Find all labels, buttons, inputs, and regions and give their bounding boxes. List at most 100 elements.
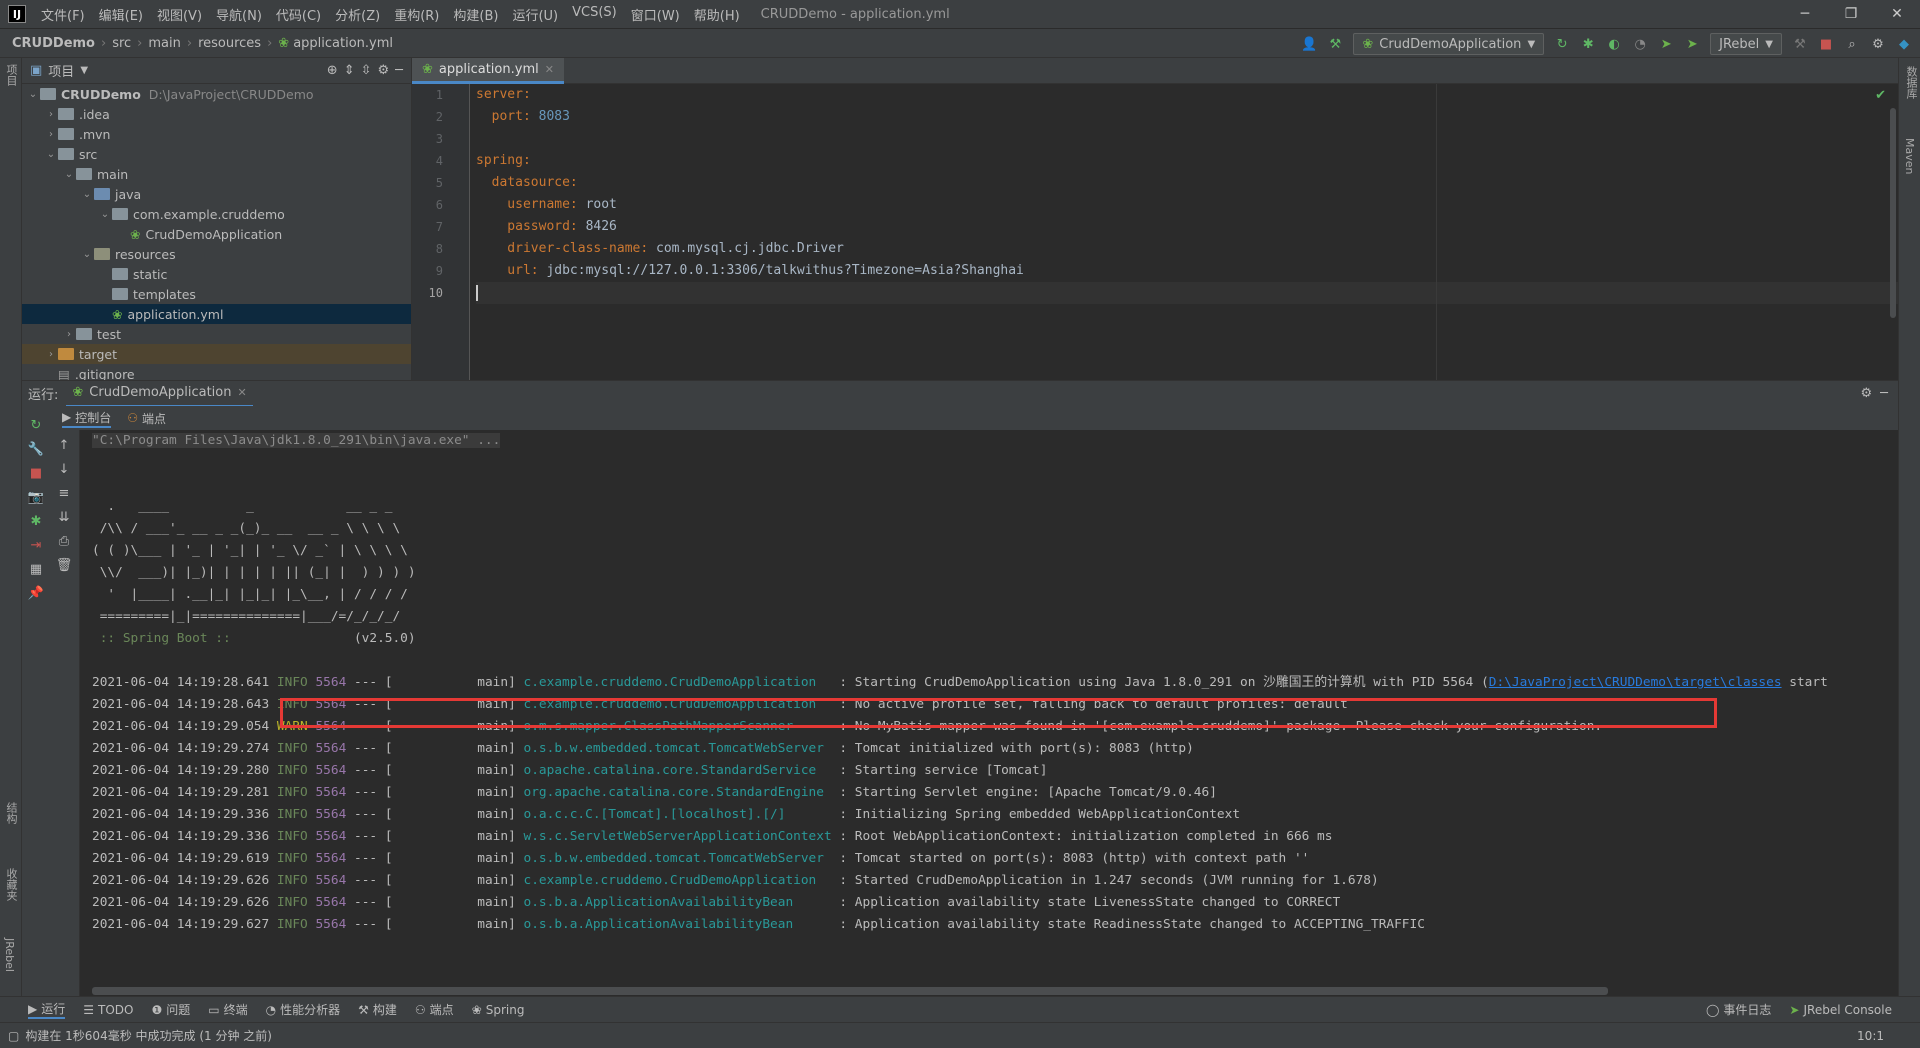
- bottom-tab[interactable]: ❀ Spring: [472, 1003, 525, 1017]
- tool-window-structure[interactable]: 结构: [3, 802, 19, 824]
- search-icon[interactable]: ⌕: [1844, 36, 1860, 52]
- jrebel-console-button[interactable]: ➤ JRebel Console: [1789, 1003, 1892, 1017]
- run-tab-crud-demo[interactable]: ❀ CrudDemoApplication ✕: [66, 381, 253, 407]
- breadcrumb-item[interactable]: CRUDDemo: [12, 36, 95, 51]
- chevron-right-icon[interactable]: ›: [62, 329, 76, 340]
- menu-item[interactable]: VCS(S): [565, 5, 624, 24]
- tree-item[interactable]: templates: [22, 284, 411, 304]
- bottom-tab[interactable]: ❶ 问题: [151, 1001, 190, 1018]
- tree-item[interactable]: ❀ application.yml: [22, 304, 411, 324]
- chevron-down-icon[interactable]: ⌄: [26, 89, 40, 100]
- gear-icon[interactable]: ⚙: [378, 63, 390, 78]
- soft-wrap-icon[interactable]: ≡: [55, 484, 73, 502]
- code-line[interactable]: server:: [476, 84, 1898, 106]
- menu-item[interactable]: 窗口(W): [624, 5, 687, 24]
- breadcrumb-item[interactable]: application.yml: [293, 36, 393, 51]
- tree-item[interactable]: ⌄ CRUDDemo D:\JavaProject\CRUDDemo: [22, 84, 411, 104]
- gear-icon[interactable]: ⚙: [1870, 36, 1886, 52]
- stop-icon[interactable]: ■: [27, 464, 45, 482]
- tree-item[interactable]: ⌄ java: [22, 184, 411, 204]
- menu-item[interactable]: 代码(C): [269, 5, 328, 24]
- tree-item[interactable]: static: [22, 264, 411, 284]
- up-arrow-icon[interactable]: ↑: [55, 436, 73, 454]
- breadcrumb-item[interactable]: resources: [198, 36, 261, 51]
- chevron-down-icon[interactable]: ⌄: [62, 169, 76, 180]
- wrench-icon[interactable]: 🔧: [27, 440, 45, 458]
- tree-item[interactable]: › .idea: [22, 104, 411, 124]
- chevron-down-icon[interactable]: ▼: [80, 65, 88, 76]
- tree-item[interactable]: ⌄ src: [22, 144, 411, 164]
- menu-item[interactable]: 编辑(E): [92, 5, 150, 24]
- menu-item[interactable]: 重构(R): [387, 5, 446, 24]
- tool-window-project[interactable]: 项目: [3, 64, 19, 86]
- menu-item[interactable]: 视图(V): [150, 5, 209, 24]
- close-tab-icon[interactable]: ✕: [545, 63, 554, 76]
- menu-item[interactable]: 文件(F): [34, 5, 92, 24]
- jrebel-debug-icon[interactable]: ➤: [1684, 36, 1700, 52]
- collapse-all-icon[interactable]: ⇳: [361, 63, 372, 78]
- tool-window-jrebel[interactable]: JRebel: [3, 938, 16, 972]
- editor-scrollbar[interactable]: [1890, 108, 1896, 318]
- expand-all-icon[interactable]: ⇕: [344, 63, 355, 78]
- caret-position[interactable]: 10:1: [1857, 1029, 1884, 1043]
- exit-icon[interactable]: ⇥: [27, 536, 45, 554]
- chevron-right-icon[interactable]: ›: [44, 109, 58, 120]
- build-icon[interactable]: ⚒: [1792, 36, 1808, 52]
- log-link[interactable]: D:\JavaProject\CRUDDemo\target\classes: [1489, 675, 1782, 690]
- tree-item[interactable]: › .mvn: [22, 124, 411, 144]
- code-line[interactable]: username: root: [476, 194, 1898, 216]
- gear-icon[interactable]: ⚙: [1861, 386, 1873, 401]
- menu-item[interactable]: 分析(Z): [328, 5, 387, 24]
- tool-window-maven[interactable]: Maven: [1903, 138, 1916, 174]
- tree-item[interactable]: › target: [22, 344, 411, 364]
- tab-console[interactable]: ▶ 控制台: [62, 409, 112, 428]
- menu-item[interactable]: 帮助(H): [687, 5, 747, 24]
- jetbrains-icon[interactable]: ◆: [1896, 36, 1912, 52]
- locate-icon[interactable]: ⊕: [327, 63, 338, 78]
- coverage-icon[interactable]: ◐: [1606, 36, 1622, 52]
- stop-icon[interactable]: ■: [1818, 36, 1834, 52]
- bottom-tab[interactable]: ▭ 终端: [208, 1001, 247, 1018]
- code-area[interactable]: server: port: 8083 spring: datasource: us…: [476, 84, 1898, 304]
- editor-tab-application-yml[interactable]: ❀ application.yml ✕: [412, 58, 564, 84]
- tree-item[interactable]: › test: [22, 324, 411, 344]
- console-horizontal-scrollbar[interactable]: [92, 987, 1608, 995]
- close-icon[interactable]: ✕: [1874, 0, 1920, 28]
- code-editor[interactable]: 1 2 3 4 5 6 7 8 9 10 server: port: 8083 spring: da…: [412, 84, 1898, 380]
- debug-icon[interactable]: ✱: [27, 512, 45, 530]
- code-line[interactable]: datasource:: [476, 172, 1898, 194]
- code-line[interactable]: [476, 282, 1898, 304]
- rerun-icon[interactable]: ↻: [1554, 36, 1570, 52]
- run-config-dropdown[interactable]: ❀ CrudDemoApplication ▼: [1353, 33, 1545, 55]
- code-line[interactable]: url: jdbc:mysql://127.0.0.1:3306/talkwit…: [476, 260, 1898, 282]
- close-tab-icon[interactable]: ✕: [237, 386, 246, 399]
- code-line[interactable]: driver-class-name: com.mysql.cj.jdbc.Dri…: [476, 238, 1898, 260]
- restore-icon[interactable]: ❐: [1828, 0, 1874, 28]
- jrebel-dropdown[interactable]: JRebel ▼: [1710, 33, 1782, 55]
- hide-panel-icon[interactable]: ─: [1880, 386, 1888, 401]
- code-line[interactable]: password: 8426: [476, 216, 1898, 238]
- status-window-icon[interactable]: ▢: [8, 1029, 19, 1043]
- tree-item[interactable]: ❀ CrudDemoApplication: [22, 224, 411, 244]
- tree-item[interactable]: ⌄ com.example.cruddemo: [22, 204, 411, 224]
- project-panel-title[interactable]: 项目: [48, 61, 74, 80]
- trash-icon[interactable]: 🗑: [55, 556, 73, 574]
- chevron-down-icon[interactable]: ⌄: [44, 149, 58, 160]
- breadcrumb-item[interactable]: main: [148, 36, 180, 51]
- down-arrow-icon[interactable]: ↓: [55, 460, 73, 478]
- bottom-tab[interactable]: ◔ 性能分析器: [266, 1001, 341, 1018]
- tool-window-database[interactable]: 数据库: [1903, 66, 1919, 99]
- user-icon[interactable]: 👤: [1301, 36, 1317, 52]
- scroll-to-end-icon[interactable]: ⇊: [55, 508, 73, 526]
- chevron-right-icon[interactable]: ›: [44, 349, 58, 360]
- menu-item[interactable]: 运行(U): [505, 5, 565, 24]
- build-hammer-icon[interactable]: ⚒: [1327, 36, 1343, 52]
- chevron-down-icon[interactable]: ⌄: [80, 189, 94, 200]
- bottom-tab[interactable]: ☰ TODO: [83, 1003, 133, 1017]
- tab-endpoints[interactable]: ⚇ 端点: [127, 410, 166, 427]
- minimize-icon[interactable]: ─: [1782, 0, 1828, 28]
- menu-item[interactable]: 构建(B): [446, 5, 505, 24]
- bottom-tab[interactable]: ⚇ 端点: [415, 1001, 454, 1018]
- jrebel-run-icon[interactable]: ➤: [1658, 36, 1674, 52]
- bottom-tab[interactable]: ▶ 运行: [28, 1000, 66, 1019]
